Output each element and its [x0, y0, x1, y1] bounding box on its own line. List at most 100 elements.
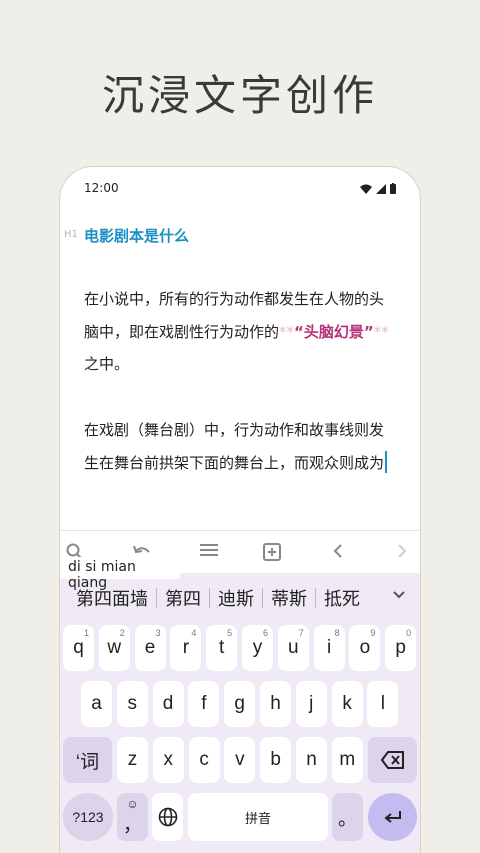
- signal-icon: [376, 183, 386, 194]
- key-n[interactable]: n: [296, 737, 327, 783]
- key-h[interactable]: h: [260, 681, 291, 727]
- key-d[interactable]: d: [152, 681, 184, 727]
- key-t-number: 5: [227, 628, 233, 638]
- key-b[interactable]: b: [260, 737, 292, 783]
- expand-candidates-icon[interactable]: [392, 590, 406, 600]
- key-c-label: c: [199, 749, 209, 770]
- key-u-label: u: [288, 637, 299, 658]
- candidate-bar: 第四面墙 第四 迪斯 蒂斯 抵死: [60, 578, 420, 618]
- key-w-label: w: [107, 637, 122, 658]
- key-i-label: i: [326, 637, 332, 658]
- key-e[interactable]: e3: [134, 625, 166, 671]
- key-s-label: s: [127, 693, 138, 714]
- key-q[interactable]: q1: [63, 625, 94, 671]
- emoji-comma-key-label: ，: [122, 814, 142, 836]
- key-t-label: t: [219, 637, 225, 658]
- key-p-number: 0: [406, 628, 412, 638]
- key-y-number: 6: [262, 628, 268, 638]
- key-f-label: f: [201, 693, 207, 714]
- pinyin-composition: di si mian qiang: [60, 557, 180, 591]
- key-l-label: l: [380, 693, 385, 714]
- candidate-1[interactable]: 第四面墙: [68, 585, 156, 611]
- p1-end: 之中。: [84, 355, 130, 373]
- key-v[interactable]: v: [224, 737, 256, 783]
- candidate-3[interactable]: 迪斯: [210, 585, 262, 611]
- key-b-label: b: [270, 749, 281, 770]
- backspace-icon: [380, 751, 404, 769]
- key-k[interactable]: k: [331, 681, 363, 727]
- highlight-text: “头脑幻景”: [294, 322, 374, 341]
- key-s[interactable]: s: [116, 681, 148, 727]
- key-j[interactable]: j: [295, 681, 327, 727]
- key-a-label: a: [91, 693, 102, 714]
- key-r[interactable]: r4: [170, 625, 202, 671]
- key-x[interactable]: x: [152, 737, 184, 783]
- word-key[interactable]: ‘词: [63, 737, 112, 783]
- candidate-2[interactable]: 第四: [157, 585, 209, 611]
- key-g-label: g: [234, 693, 245, 714]
- p2-text: 在戏剧（舞台剧）中，行为动作和故事线则发生在舞台前拱架下面的舞台上，而观众则成为: [84, 421, 385, 472]
- key-q-label: q: [73, 637, 84, 658]
- chevron-left-icon[interactable]: [332, 543, 344, 559]
- status-icons: [360, 183, 396, 194]
- key-r-label: r: [182, 637, 190, 658]
- enter-key[interactable]: [368, 793, 417, 841]
- key-m-label: m: [339, 749, 356, 770]
- space-key[interactable]: 拼音: [188, 793, 328, 841]
- chevron-right-icon[interactable]: [396, 543, 408, 559]
- emoji-icon: ☺: [126, 796, 139, 811]
- key-n-label: n: [306, 749, 317, 770]
- key-a[interactable]: a: [81, 681, 112, 727]
- key-l[interactable]: l: [367, 681, 399, 727]
- key-k-label: k: [342, 693, 352, 714]
- enter-icon: [383, 811, 401, 823]
- key-o-number: 9: [370, 628, 376, 638]
- status-bar: 12:00: [84, 181, 396, 197]
- key-i-number: 8: [334, 628, 340, 638]
- document-heading[interactable]: 电影剧本是什么: [84, 225, 189, 246]
- key-i[interactable]: i8: [313, 625, 345, 671]
- key-z[interactable]: z: [117, 737, 148, 783]
- bold-mark-close: **: [373, 322, 389, 341]
- key-p[interactable]: p0: [385, 625, 417, 671]
- key-e-label: e: [144, 637, 156, 658]
- status-time: 12:00: [84, 181, 119, 195]
- key-o[interactable]: o9: [349, 625, 381, 671]
- key-u-number: 7: [298, 628, 304, 638]
- key-f[interactable]: f: [188, 681, 220, 727]
- key-h-label: h: [270, 693, 281, 714]
- key-v-label: v: [235, 749, 245, 770]
- key-t[interactable]: t5: [206, 625, 238, 671]
- key-e-number: 3: [155, 628, 161, 638]
- wifi-icon: [360, 184, 372, 194]
- battery-icon: [390, 183, 396, 194]
- key-m[interactable]: m: [331, 737, 363, 783]
- globe-icon: [158, 807, 177, 827]
- period-key[interactable]: 。: [332, 793, 363, 841]
- key-y[interactable]: y6: [242, 625, 273, 671]
- candidate-5[interactable]: 抵死: [316, 585, 368, 611]
- language-key[interactable]: [152, 793, 183, 841]
- emoji-comma-key[interactable]: ☺，: [117, 793, 148, 841]
- key-w[interactable]: w2: [98, 625, 130, 671]
- heading-level-tag: H1: [64, 229, 78, 240]
- paragraph-2[interactable]: 在戏剧（舞台剧）中，行为动作和故事线则发生在舞台前拱架下面的舞台上，而观众则成为: [84, 414, 394, 479]
- text-cursor: [385, 450, 388, 473]
- key-c[interactable]: c: [188, 737, 220, 783]
- key-g[interactable]: g: [224, 681, 256, 727]
- list-icon[interactable]: [200, 543, 218, 559]
- add-box-icon[interactable]: [263, 543, 281, 561]
- key-d-label: d: [162, 693, 174, 714]
- key-j-label: j: [309, 693, 314, 714]
- symbols-key[interactable]: ?123: [63, 793, 113, 841]
- key-w-number: 2: [119, 628, 125, 638]
- paragraph-1[interactable]: 在小说中，所有的行为动作都发生在人物的头脑中，即在戏剧性行为动作的**“头脑幻景…: [84, 283, 394, 381]
- key-p-label: p: [395, 637, 406, 658]
- key-o-label: o: [359, 637, 371, 658]
- bold-mark-open: **: [279, 322, 295, 341]
- backspace-key[interactable]: [368, 737, 417, 783]
- candidate-4[interactable]: 蒂斯: [263, 585, 315, 611]
- key-r-number: 4: [191, 628, 197, 638]
- key-u[interactable]: u7: [277, 625, 309, 671]
- period-key-label: 。: [337, 808, 357, 830]
